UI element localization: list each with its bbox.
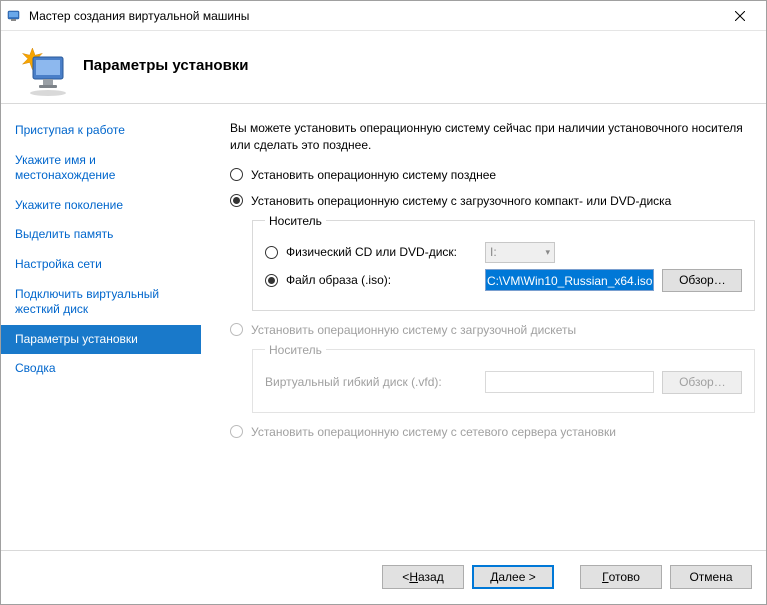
sidebar-step-summary[interactable]: Сводка xyxy=(1,354,201,384)
main-panel: Вы можете установить операционную систем… xyxy=(201,104,767,544)
cancel-button[interactable]: Отмена xyxy=(670,565,752,589)
vfd-label: Виртуальный гибкий диск (.vfd): xyxy=(265,375,485,389)
radio-install-later[interactable]: Установить операционную систему позднее xyxy=(230,168,755,182)
media-legend: Носитель xyxy=(265,214,326,228)
radio-label: Установить операционную систему с загруз… xyxy=(251,194,671,208)
intro-text: Вы можете установить операционную систем… xyxy=(230,120,755,154)
window-title: Мастер создания виртуальной машины xyxy=(29,9,717,23)
radio-install-floppy: Установить операционную систему с загруз… xyxy=(230,323,755,337)
finish-button[interactable]: Готово xyxy=(580,565,662,589)
radio-label: Установить операционную систему с сетево… xyxy=(251,425,616,439)
vfd-path-input xyxy=(485,371,654,393)
radio-icon xyxy=(230,168,243,181)
physical-drive-select: I: ▾ xyxy=(485,242,555,263)
vfd-label-text: Виртуальный гибкий диск (.vfd): xyxy=(265,375,442,389)
radio-icon xyxy=(230,323,243,336)
radio-install-cd-dvd[interactable]: Установить операционную систему с загруз… xyxy=(230,194,755,208)
sidebar-step-name-location[interactable]: Укажите имя и местонахождение xyxy=(1,146,201,191)
sidebar: Приступая к работе Укажите имя и местона… xyxy=(1,104,201,544)
back-button[interactable]: < Назад xyxy=(382,565,464,589)
sidebar-step-generation[interactable]: Укажите поколение xyxy=(1,191,201,221)
chevron-down-icon: ▾ xyxy=(545,247,550,258)
radio-icon xyxy=(230,194,243,207)
app-icon xyxy=(7,8,23,24)
radio-label: Файл образа (.iso): xyxy=(286,273,391,287)
wizard-header: Параметры установки xyxy=(1,31,766,103)
close-button[interactable] xyxy=(717,2,762,30)
browse-iso-button[interactable]: Обзор… xyxy=(662,269,742,292)
row-vfd: Виртуальный гибкий диск (.vfd): Обзор… xyxy=(265,371,742,394)
radio-label: Установить операционную систему с загруз… xyxy=(251,323,576,337)
media-group-floppy: Носитель Виртуальный гибкий диск (.vfd):… xyxy=(252,343,755,413)
footer: < Назад Далее > Готово Отмена xyxy=(1,550,766,602)
sidebar-step-start[interactable]: Приступая к работе xyxy=(1,116,201,146)
content: Приступая к работе Укажите имя и местона… xyxy=(1,104,766,544)
sidebar-step-memory[interactable]: Выделить память xyxy=(1,220,201,250)
radio-label: Установить операционную систему позднее xyxy=(251,168,496,182)
radio-physical-drive[interactable]: Физический CD или DVD-диск: xyxy=(265,245,485,259)
media-group-cd-dvd: Носитель Физический CD или DVD-диск: I: … xyxy=(252,214,755,311)
radio-icon xyxy=(265,274,278,287)
sidebar-step-network[interactable]: Настройка сети xyxy=(1,250,201,280)
browse-vfd-button: Обзор… xyxy=(662,371,742,394)
sidebar-step-install-options[interactable]: Параметры установки xyxy=(1,325,201,355)
radio-icon xyxy=(230,425,243,438)
row-physical-drive: Физический CD или DVD-диск: I: ▾ xyxy=(265,242,742,263)
page-title: Параметры установки xyxy=(83,57,249,74)
next-button[interactable]: Далее > xyxy=(472,565,554,589)
radio-install-network: Установить операционную систему с сетево… xyxy=(230,425,755,439)
drive-value: I: xyxy=(490,245,497,259)
iso-path-input[interactable]: C:\VM\Win10_Russian_x64.iso xyxy=(485,269,654,291)
iso-path-value: C:\VM\Win10_Russian_x64.iso xyxy=(486,270,653,290)
titlebar: Мастер создания виртуальной машины xyxy=(1,1,766,31)
sidebar-step-vhd[interactable]: Подключить виртуальный жесткий диск xyxy=(1,280,201,325)
row-iso: Файл образа (.iso): C:\VM\Win10_Russian_… xyxy=(265,269,742,292)
media-legend: Носитель xyxy=(265,343,326,357)
radio-icon xyxy=(265,246,278,259)
wizard-icon xyxy=(19,45,67,93)
radio-label: Физический CD или DVD-диск: xyxy=(286,245,457,259)
radio-iso-file[interactable]: Файл образа (.iso): xyxy=(265,273,485,287)
